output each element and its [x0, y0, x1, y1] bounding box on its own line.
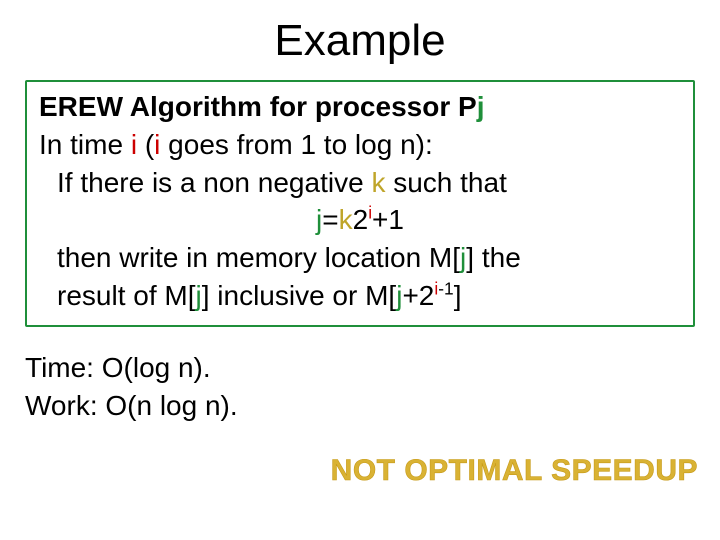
algo-line-5: then write in memory location M[j] the [39, 239, 681, 277]
var-j: j [477, 91, 485, 122]
algo-line-2-c: goes from 1 to log n): [160, 129, 432, 160]
algo-line-3-b: such that [385, 167, 506, 198]
algo-line-1: EREW Algorithm for processor Pj [39, 88, 681, 126]
not-optimal-label: NOT OPTIMAL SPEEDUP [331, 454, 698, 488]
eq-sign: = [322, 204, 338, 235]
work-complexity: Work: O(n log n). [25, 387, 695, 425]
algo-line-6: result of M[j] inclusive or M[j+2i-1] [39, 277, 681, 315]
algo-line-5-a: then write in memory location M[ [57, 242, 460, 273]
algo-line-6-a: result of M[ [57, 280, 195, 311]
slide: Example EREW Algorithm for processor Pj … [0, 0, 720, 540]
two: 2 [353, 204, 369, 235]
algo-line-4: j=k2i+1 [39, 201, 681, 239]
algo-line-2-b: ( [137, 129, 154, 160]
plus-one: +1 [372, 204, 404, 235]
algorithm-box: EREW Algorithm for processor Pj In time … [25, 80, 695, 327]
algo-line-2: In time i (i goes from 1 to log n): [39, 126, 681, 164]
var-k: k [371, 167, 385, 198]
sup-exp: i-1 [434, 279, 453, 299]
algo-line-6-b: ] inclusive or M[ [202, 280, 397, 311]
slide-title: Example [25, 16, 695, 66]
var-k: k [339, 204, 353, 235]
algo-line-5-b: ] the [466, 242, 520, 273]
algo-line-1-text: EREW Algorithm for processor P [39, 91, 477, 122]
algo-line-3-a: If there is a non negative [57, 167, 371, 198]
complexity-block: Time: O(log n). Work: O(n log n). [25, 349, 695, 425]
algo-line-6-c: +2 [402, 280, 434, 311]
time-complexity: Time: O(log n). [25, 349, 695, 387]
algo-line-2-a: In time [39, 129, 131, 160]
algo-line-6-d: ] [454, 280, 462, 311]
algo-line-3: If there is a non negative k such that [39, 164, 681, 202]
sup-minus-one: -1 [438, 279, 453, 299]
